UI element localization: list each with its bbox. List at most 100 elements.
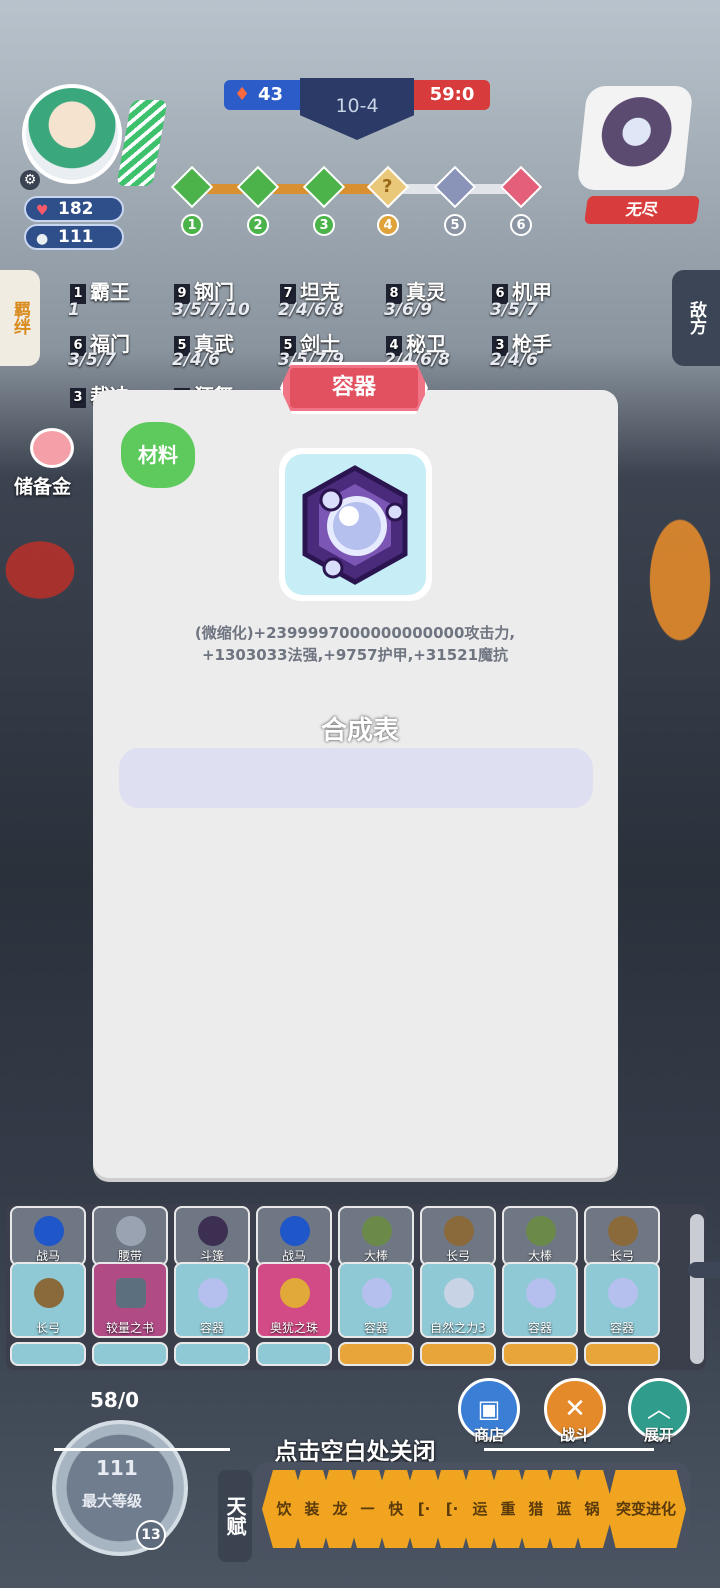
stage-node-1 (170, 165, 214, 209)
stage-node-3 (302, 165, 346, 209)
bench-item[interactable]: 自然之力3 (420, 1262, 496, 1338)
player-health-value: 182 (58, 199, 94, 219)
bench-item-label: 奥犹之珠 (269, 1321, 318, 1335)
level-label: 最大等级 (82, 1492, 143, 1510)
trait-tiers: 3/5/7 (490, 300, 538, 320)
bench-item[interactable]: 容器 (584, 1262, 660, 1338)
bench-item[interactable]: 大棒 (502, 1206, 578, 1266)
enemy-tab[interactable]: 敌方 (672, 270, 720, 366)
bench-item[interactable]: 战马 (10, 1206, 86, 1266)
bench-item-label: 容器 (609, 1321, 634, 1335)
xp-counter: 58/0 (90, 1388, 140, 1412)
item-description-line-2: +1303033法强,+9757护甲,+31521魔抗 (201, 646, 509, 664)
bench-item[interactable]: 腰带 (92, 1206, 168, 1266)
score-left: ♦ 43 (224, 80, 302, 110)
enemy-dragon-sprite (620, 500, 720, 700)
bench-item[interactable] (10, 1342, 86, 1366)
bench-item[interactable]: 斗篷 (174, 1206, 250, 1266)
bench-item-label: 长弓 (35, 1321, 60, 1335)
bench-item[interactable]: 奥犹之珠 (256, 1262, 332, 1338)
item-description-line-1: (微缩化)+2399997000000000000攻击力, (194, 624, 516, 642)
bench-item[interactable]: 长弓 (420, 1206, 496, 1266)
material-tag: 材料 (121, 422, 195, 488)
bench-item[interactable] (502, 1342, 578, 1366)
piggy-bank-icon (30, 428, 74, 468)
close-hint[interactable]: 点击空白处关闭 (230, 1432, 480, 1466)
shop-label: 商店 (473, 1426, 504, 1444)
coin-icon: ● (36, 231, 49, 247)
close-hint-divider-right (484, 1448, 654, 1451)
item-description: (微缩化)+2399997000000000000攻击力, +1303033法强… (120, 622, 590, 666)
player-rank-badge (116, 100, 168, 186)
bench-item[interactable] (338, 1342, 414, 1366)
bench-item[interactable]: 大棒 (338, 1206, 414, 1266)
level-badge: 13 (136, 1520, 166, 1550)
bench-item[interactable]: 较量之书 (92, 1262, 168, 1338)
player-avatar[interactable] (22, 84, 122, 184)
round-indicator: 10-4 (300, 78, 414, 140)
recipe-title: 合成表 (320, 716, 399, 746)
bench-item[interactable]: 战马 (256, 1206, 332, 1266)
bench-item-label: 容器 (199, 1321, 224, 1335)
gear-icon[interactable]: ⚙ (20, 170, 40, 190)
heart-icon: ♥ (36, 203, 49, 219)
expand-label: 展开 (643, 1426, 674, 1444)
bench-item[interactable] (584, 1342, 660, 1366)
talent-tab[interactable]: 天赋 (218, 1470, 252, 1562)
trait-tiers: 3/5/7/10 (172, 300, 250, 320)
bench-item[interactable]: 容器 (174, 1262, 250, 1338)
trait-name: 霸王 (90, 280, 130, 304)
stage-num-4: 4 (377, 214, 399, 236)
piggy-bank-label: 储备金 (14, 476, 72, 498)
close-hint-divider-left (54, 1448, 230, 1451)
flame-icon: ♦ (234, 84, 251, 105)
stage-node-5 (433, 165, 477, 209)
item-icon-frame (279, 448, 432, 601)
player-gold-value: 111 (58, 227, 94, 247)
trait-tiers: 2/4/6/8 (278, 300, 344, 320)
bench-item[interactable] (420, 1342, 496, 1366)
bench-item-label: 容器 (363, 1321, 388, 1335)
round-value: 10-4 (335, 95, 379, 117)
bench-item[interactable]: 容器 (338, 1262, 414, 1338)
stage-num-5: 5 (444, 214, 466, 236)
player-health-pill: ♥ 182 (24, 196, 124, 222)
bench-scroll-thumb[interactable] (688, 1262, 720, 1278)
bench-item[interactable] (92, 1342, 168, 1366)
bench-item-label: 容器 (527, 1321, 552, 1335)
level-value: 111 (96, 1456, 138, 1480)
opponent-avatar[interactable] (576, 86, 694, 190)
modal-title: 容器 (290, 368, 418, 408)
container-orb-icon (285, 454, 426, 595)
bench-item-label: 较量之书 (105, 1321, 154, 1335)
stage-node-4-symbol: ? (382, 176, 393, 197)
stage-num-6: 6 (510, 214, 532, 236)
trait-count: 3 (70, 387, 86, 408)
stage-num-1: 1 (181, 214, 203, 236)
player-gold-pill: ● 111 (24, 224, 124, 250)
bench-scrollbar[interactable] (690, 1214, 704, 1364)
bench-item[interactable]: 容器 (502, 1262, 578, 1338)
score-right-value: 59:0 (429, 84, 475, 105)
trait-tiers: 2/4/6 (490, 350, 538, 370)
score-left-value: 43 (258, 84, 284, 105)
stage-num-3: 3 (313, 214, 335, 236)
bench-item[interactable] (174, 1342, 250, 1366)
bench-item[interactable]: 长弓 (584, 1206, 660, 1266)
stage-num-2: 2 (247, 214, 269, 236)
bench-item-label: 自然之力3 (430, 1321, 486, 1335)
stage-node-2 (236, 165, 280, 209)
bench-item[interactable] (256, 1342, 332, 1366)
opponent-label: 无尽 (584, 196, 700, 224)
traits-tab[interactable]: 羁绊 (0, 270, 40, 366)
recipe-list (119, 748, 593, 808)
bench-item[interactable]: 长弓 (10, 1262, 86, 1338)
trait-tiers: 2/4/6 (172, 350, 220, 370)
talent-item-mutation[interactable]: 突变进化 (606, 1470, 686, 1548)
trait-tiers: 3/5/7 (68, 350, 116, 370)
trait-tiers: 3/6/9 (384, 300, 432, 320)
trait-tiers: 1 (68, 300, 80, 320)
enemy-dragon-sprite (0, 520, 100, 620)
fight-label: 战斗 (559, 1426, 590, 1444)
level-up-button[interactable] (52, 1420, 188, 1556)
